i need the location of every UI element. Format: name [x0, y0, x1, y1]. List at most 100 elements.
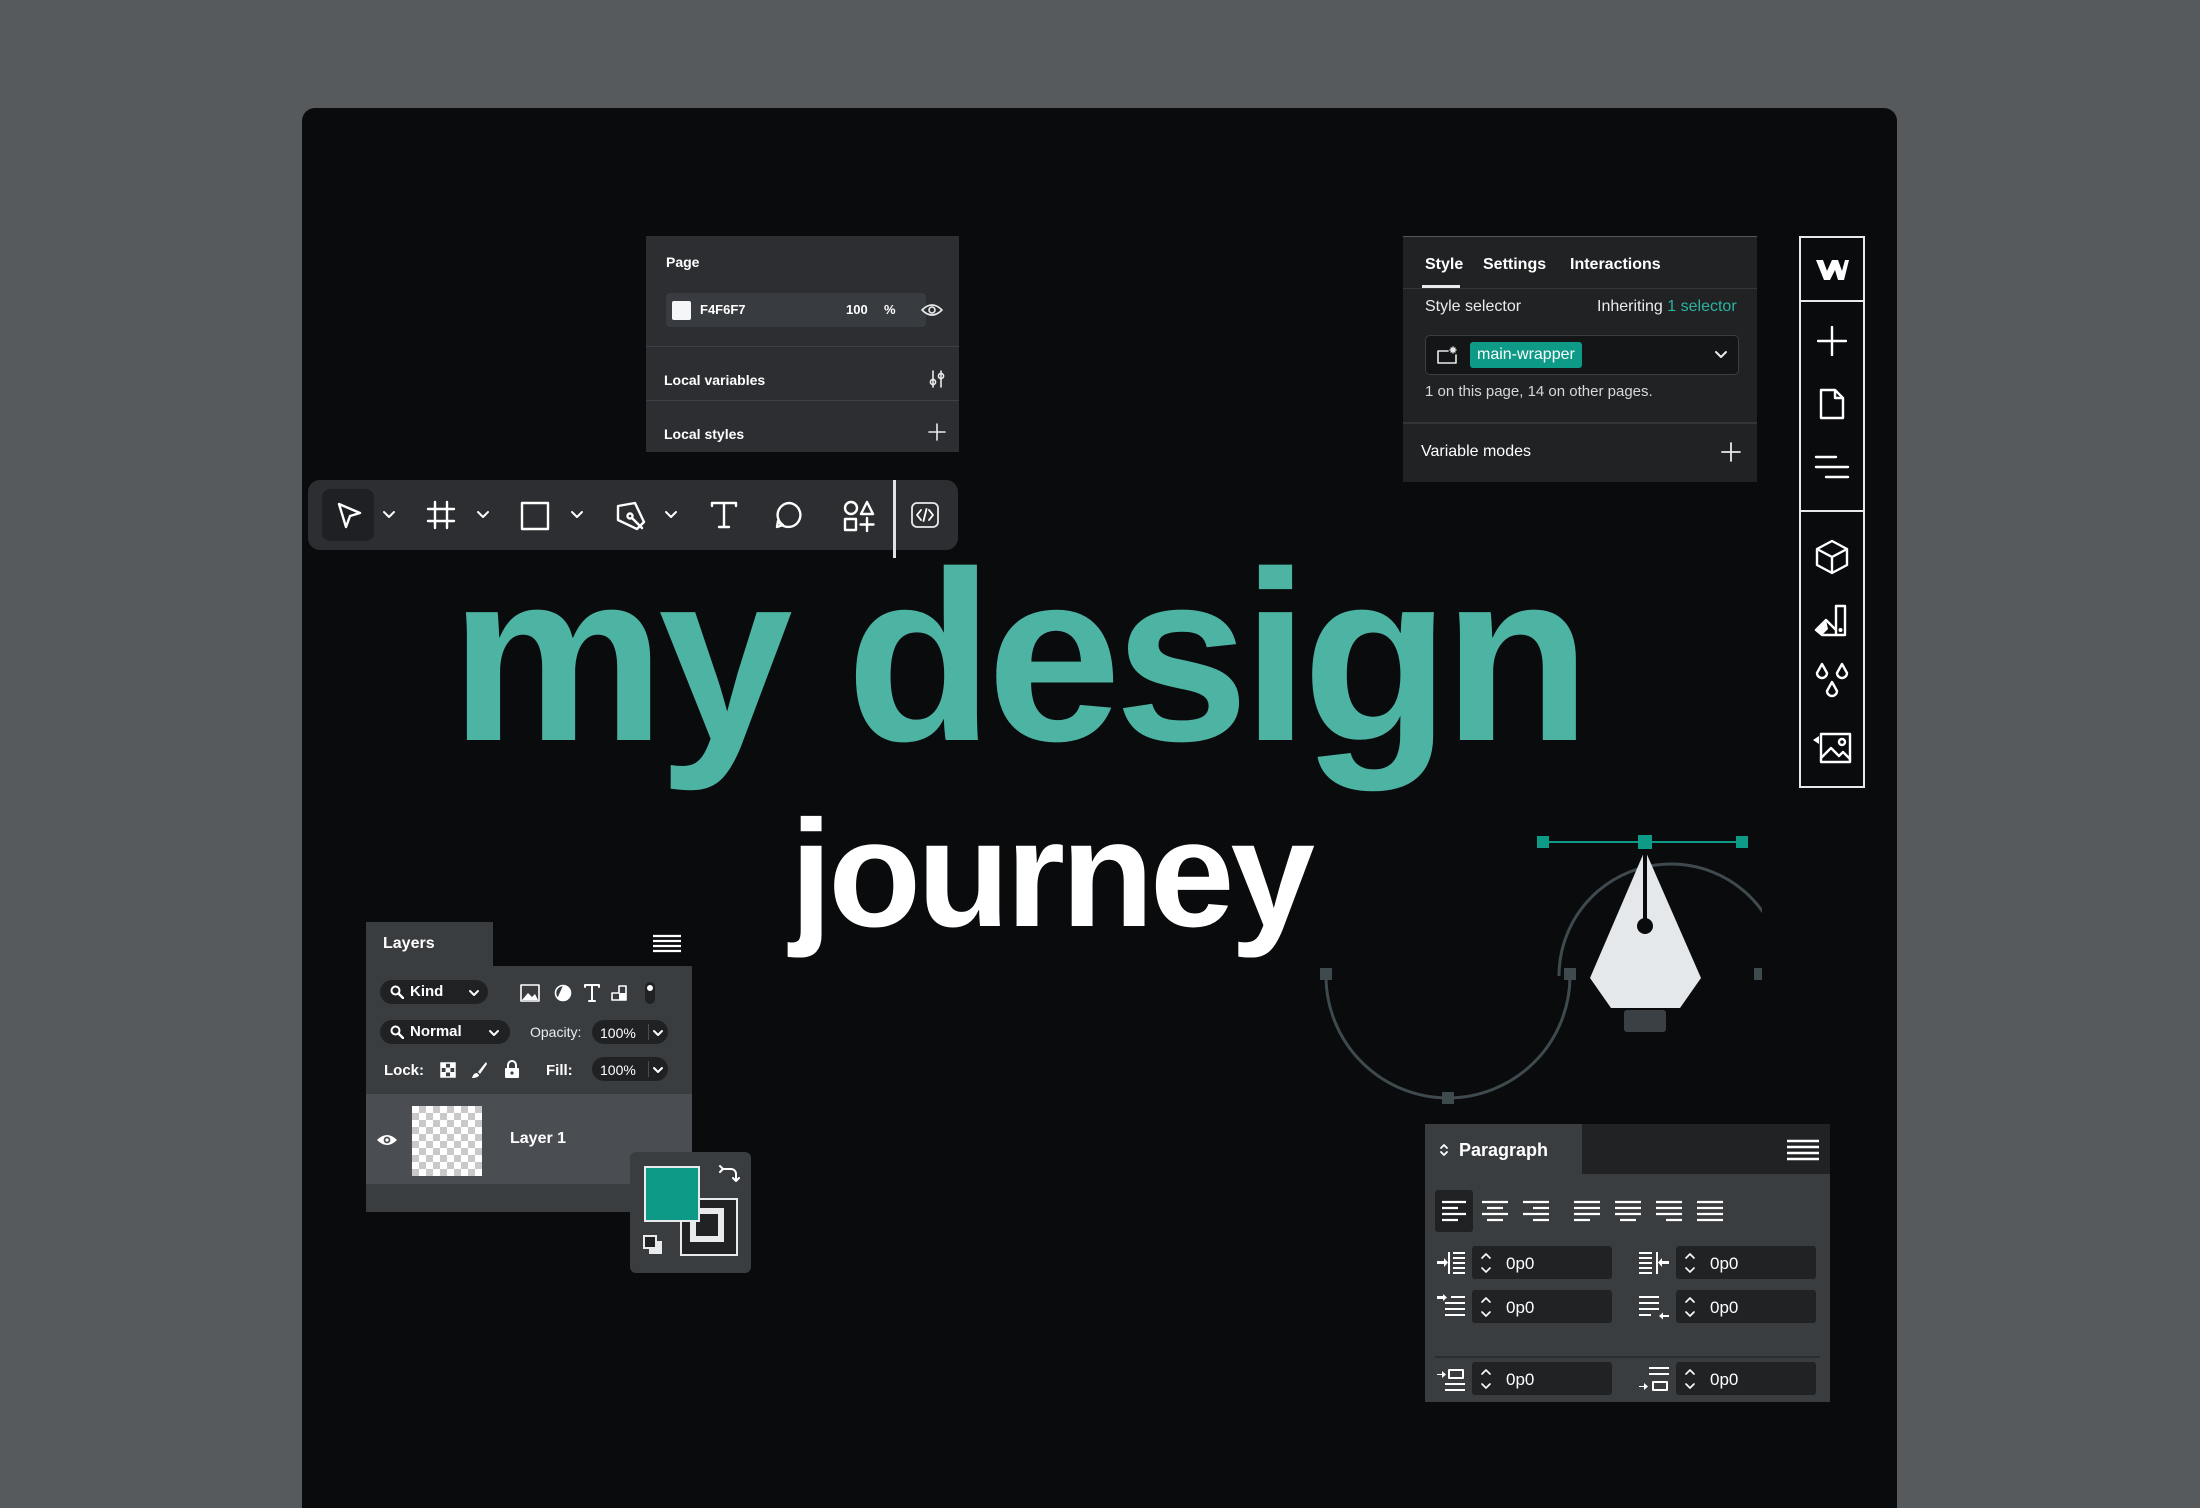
collapse-toggle-icon[interactable] [1439, 1143, 1449, 1157]
pen-nib-icon [1590, 850, 1701, 1032]
add-icon[interactable] [1721, 442, 1741, 462]
align-center-icon[interactable] [1482, 1200, 1508, 1222]
selector-field[interactable]: main-wrapper [1425, 335, 1739, 375]
justify-last-left-icon[interactable] [1574, 1200, 1600, 1222]
fill-label: Fill: [546, 1062, 573, 1079]
tab-style[interactable]: Style [1425, 256, 1463, 274]
justify-last-right-icon[interactable] [1656, 1200, 1682, 1222]
last-line-indent-field[interactable]: 0p0 [1676, 1290, 1816, 1323]
justify-last-center-icon[interactable] [1615, 1200, 1641, 1222]
space-after-icon [1639, 1367, 1669, 1391]
page-opacity-value[interactable]: 100 [846, 302, 868, 317]
add-icon[interactable] [1817, 326, 1847, 356]
swap-colors-icon[interactable] [718, 1164, 740, 1184]
default-colors-icon[interactable] [642, 1234, 664, 1256]
space-after-field[interactable]: 0p0 [1676, 1362, 1816, 1395]
stepper-icon[interactable] [1684, 1250, 1696, 1276]
foreground-color-swatch[interactable] [644, 1166, 700, 1222]
page-color-hex[interactable]: F4F6F7 [700, 302, 746, 317]
justify-all-icon[interactable] [1697, 1200, 1723, 1222]
selector-usage-info: 1 on this page, 14 on other pages. [1425, 383, 1653, 400]
eye-icon[interactable] [921, 301, 943, 319]
stepper-icon[interactable] [1480, 1366, 1492, 1392]
align-left-button[interactable] [1435, 1190, 1473, 1232]
tab-interactions[interactable]: Interactions [1570, 256, 1661, 274]
chevron-down-icon[interactable] [664, 510, 678, 520]
space-after-value: 0p0 [1710, 1370, 1739, 1389]
filter-kind-select[interactable]: Kind [380, 980, 488, 1004]
add-style-icon[interactable] [928, 423, 946, 441]
style-manager-icon[interactable] [1814, 602, 1850, 638]
page-panel-title: Page [666, 254, 700, 270]
canvas-card: Page F4F6F7 100 % Local variables Local … [302, 108, 1897, 1508]
stepper-icon[interactable] [1684, 1294, 1696, 1320]
indent-right-field[interactable]: 0p0 [1676, 1246, 1816, 1279]
space-before-value: 0p0 [1506, 1370, 1535, 1389]
webflow-logo-icon [1814, 258, 1850, 282]
variables-icon[interactable] [1813, 662, 1851, 702]
chevron-down-icon[interactable] [476, 510, 490, 520]
last-line-indent-value: 0p0 [1710, 1298, 1739, 1317]
fill-field[interactable]: 100% [592, 1057, 668, 1081]
inheriting-label: Inheriting 1 selector [1597, 298, 1737, 316]
shape-layer-filter-icon[interactable] [610, 984, 628, 1002]
adjustment-layer-filter-icon[interactable] [554, 984, 572, 1002]
divider [1403, 422, 1757, 424]
components-icon[interactable] [1815, 539, 1849, 575]
blend-mode-select[interactable]: Normal [380, 1020, 510, 1044]
assets-icon[interactable] [1811, 726, 1853, 764]
divider [1403, 236, 1757, 237]
style-panel: Style Settings Interactions Style select… [1403, 236, 1757, 482]
lock-all-icon[interactable] [504, 1060, 520, 1079]
headline-line-2: journey [790, 789, 1315, 959]
lock-transparent-pixels-icon[interactable] [440, 1062, 456, 1078]
panel-menu-icon[interactable] [1787, 1138, 1819, 1162]
search-icon [390, 1025, 404, 1039]
page-color-swatch[interactable] [672, 301, 691, 320]
tab-layers-label: Layers [383, 935, 435, 952]
filter-toggle[interactable] [645, 982, 655, 1004]
indent-left-icon [1437, 1252, 1465, 1274]
variables-settings-icon[interactable] [928, 369, 946, 389]
chevron-down-icon[interactable] [1714, 350, 1728, 360]
indent-right-value: 0p0 [1710, 1254, 1739, 1273]
chevron-down-icon[interactable] [652, 1029, 664, 1037]
page-color-field[interactable]: F4F6F7 100 % [666, 293, 926, 327]
layers-tab-bar: Layers [366, 922, 692, 966]
local-variables-label[interactable]: Local variables [664, 372, 765, 388]
chevron-down-icon[interactable] [570, 510, 584, 520]
tab-paragraph[interactable]: Paragraph [1425, 1124, 1582, 1174]
tab-layers[interactable]: Layers [366, 922, 493, 966]
space-before-field[interactable]: 0p0 [1472, 1362, 1612, 1395]
stepper-icon[interactable] [1480, 1294, 1492, 1320]
tab-settings[interactable]: Settings [1483, 256, 1546, 274]
first-line-indent-field[interactable]: 0p0 [1472, 1290, 1612, 1323]
search-icon [390, 985, 404, 999]
move-tool-button[interactable] [322, 489, 374, 541]
opacity-field[interactable]: 100% [592, 1020, 668, 1044]
selector-chip[interactable]: main-wrapper [1470, 342, 1582, 368]
type-layer-filter-icon[interactable] [584, 984, 600, 1002]
chevron-down-icon[interactable] [382, 510, 396, 520]
lock-label: Lock: [384, 1062, 425, 1079]
blend-mode-label: Normal [410, 1023, 462, 1040]
page-panel: Page F4F6F7 100 % Local variables Local … [646, 236, 959, 452]
indent-left-field[interactable]: 0p0 [1472, 1246, 1612, 1279]
navigator-icon[interactable] [1814, 455, 1850, 479]
divider [1801, 300, 1863, 302]
align-right-icon[interactable] [1523, 1200, 1549, 1222]
stepper-icon[interactable] [1480, 1250, 1492, 1276]
panel-menu-icon[interactable] [653, 932, 681, 954]
lock-image-pixels-icon[interactable] [470, 1061, 488, 1079]
chevron-down-icon[interactable] [652, 1066, 664, 1074]
local-styles-label[interactable]: Local styles [664, 426, 744, 442]
eye-icon[interactable] [376, 1132, 398, 1148]
stepper-icon[interactable] [1684, 1366, 1696, 1392]
divider [1435, 1356, 1820, 1358]
layer-name[interactable]: Layer 1 [510, 1130, 566, 1148]
inheriting-count-link[interactable]: 1 selector [1667, 298, 1736, 315]
chevron-down-icon [489, 1030, 499, 1036]
page-icon[interactable] [1819, 388, 1845, 420]
pixel-layer-filter-icon[interactable] [520, 984, 540, 1002]
divider [646, 400, 959, 401]
